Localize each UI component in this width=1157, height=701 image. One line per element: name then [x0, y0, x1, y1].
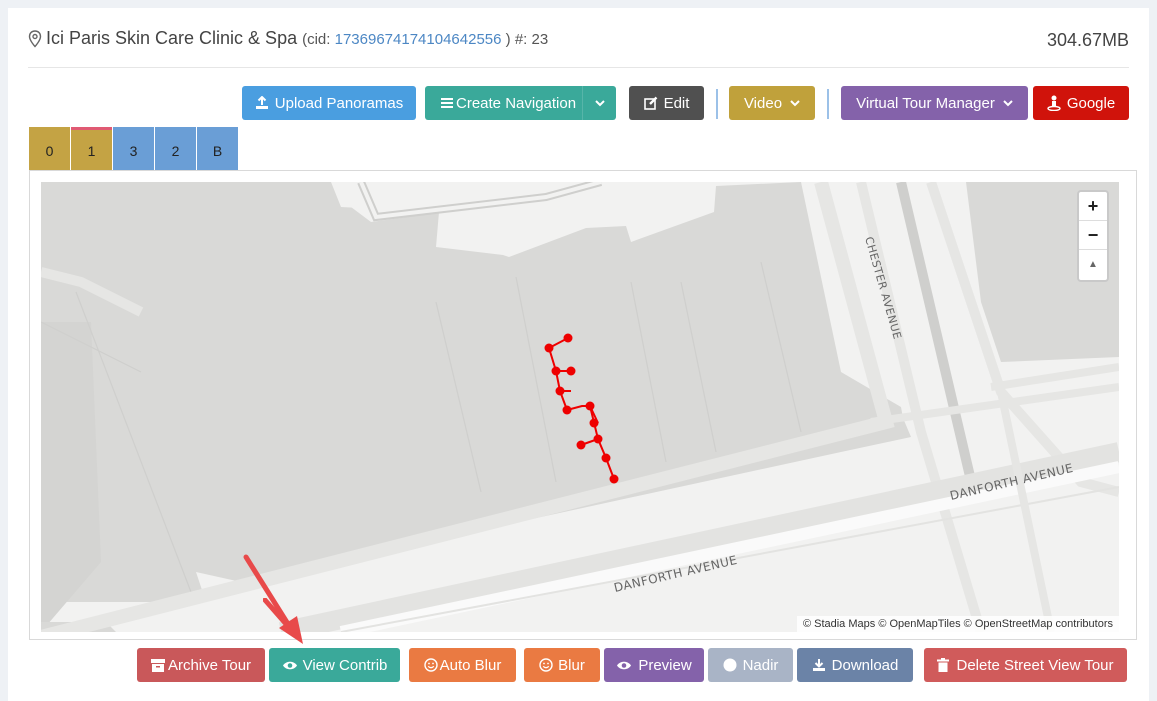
eye-icon — [282, 661, 297, 669]
create-navigation-button[interactable]: Create Navigation — [425, 86, 616, 120]
street-view-person-icon — [1047, 95, 1061, 111]
video-button[interactable]: Video — [729, 86, 815, 120]
chevron-down-icon — [1003, 100, 1013, 107]
active-tab-indicator — [71, 127, 112, 130]
panorama-point[interactable] — [555, 386, 565, 396]
upload-icon — [255, 96, 268, 109]
cid-link[interactable]: 17369674174104642556 — [335, 31, 502, 48]
cid-info: (cid: 17369674174104642556 ) #: 23 — [302, 31, 549, 48]
tour-title-line: Ici Paris Skin Care Clinic & Spa (cid: 1… — [46, 28, 548, 49]
nadir-button[interactable]: Nadir — [708, 648, 793, 682]
preview-button[interactable]: Preview — [604, 648, 704, 682]
location-pin-icon — [28, 30, 42, 48]
floor-tab-1[interactable]: 1 — [71, 127, 112, 170]
edit-icon — [643, 96, 657, 110]
download-icon — [812, 659, 825, 671]
auto-blur-button[interactable]: Auto Blur — [409, 648, 516, 682]
zoom-out-button[interactable]: − — [1079, 221, 1107, 250]
upload-panoramas-button[interactable]: Upload Panoramas — [242, 86, 416, 120]
toolbar-divider — [716, 89, 718, 119]
chevron-down-icon — [790, 100, 800, 107]
floor-tab-0[interactable]: 0 — [29, 127, 70, 170]
annotation-arrow-head — [263, 598, 303, 644]
view-contrib-button[interactable]: View Contrib — [269, 648, 400, 682]
eye-icon — [617, 661, 632, 669]
blur-button[interactable]: Blur — [524, 648, 600, 682]
tour-title: Ici Paris Skin Care Clinic & Spa — [46, 28, 298, 48]
chevron-down-icon — [594, 100, 605, 107]
edit-button[interactable]: Edit — [629, 86, 704, 120]
delete-street-view-tour-button[interactable]: Delete Street View Tour — [924, 648, 1127, 682]
trash-icon — [937, 658, 950, 672]
panorama-point[interactable] — [566, 366, 576, 376]
create-navigation-dropdown[interactable] — [582, 86, 616, 120]
compass-reset-button[interactable]: ▲ — [1079, 250, 1107, 279]
panorama-point[interactable] — [562, 405, 572, 415]
zoom-controls: + − ▲ — [1077, 190, 1109, 282]
tour-card: Ici Paris Skin Care Clinic & Spa (cid: 1… — [8, 8, 1149, 701]
map[interactable]: CHESTER AVENUE DANFORTH AVENUE DANFORTH … — [41, 182, 1119, 632]
floor-tab-3[interactable]: 3 — [113, 127, 154, 170]
list-icon — [441, 98, 453, 108]
map-canvas: CHESTER AVENUE DANFORTH AVENUE DANFORTH … — [41, 182, 1119, 632]
floor-tab-b[interactable]: B — [197, 127, 238, 170]
tour-size: 304.67MB — [1046, 30, 1129, 50]
circle-icon — [723, 658, 737, 672]
smile-icon — [539, 658, 553, 672]
panorama-point[interactable] — [551, 366, 561, 376]
smile-icon — [423, 658, 438, 672]
zoom-in-button[interactable]: + — [1079, 192, 1107, 221]
compass-icon: ▲ — [1088, 259, 1098, 270]
panorama-point[interactable] — [563, 333, 573, 343]
map-attribution[interactable]: © Stadia Maps © OpenMapTiles © OpenStree… — [796, 616, 1119, 632]
google-button[interactable]: Google — [1033, 86, 1129, 120]
map-frame: CHESTER AVENUE DANFORTH AVENUE DANFORTH … — [29, 170, 1137, 640]
panorama-point[interactable] — [544, 343, 554, 353]
panorama-point[interactable] — [593, 434, 603, 444]
toolbar-divider — [827, 89, 829, 119]
tour-header: Ici Paris Skin Care Clinic & Spa (cid: 1… — [28, 28, 1129, 68]
archive-icon — [150, 658, 165, 672]
panorama-point[interactable] — [609, 474, 619, 484]
panorama-point[interactable] — [601, 453, 611, 463]
panorama-point[interactable] — [589, 418, 599, 428]
virtual-tour-manager-button[interactable]: Virtual Tour Manager — [841, 86, 1028, 120]
panorama-point[interactable] — [585, 401, 595, 411]
download-button[interactable]: Download — [797, 648, 913, 682]
floor-tab-2[interactable]: 2 — [155, 127, 196, 170]
panorama-point[interactable] — [576, 440, 586, 450]
archive-tour-button[interactable]: Archive Tour — [137, 648, 265, 682]
